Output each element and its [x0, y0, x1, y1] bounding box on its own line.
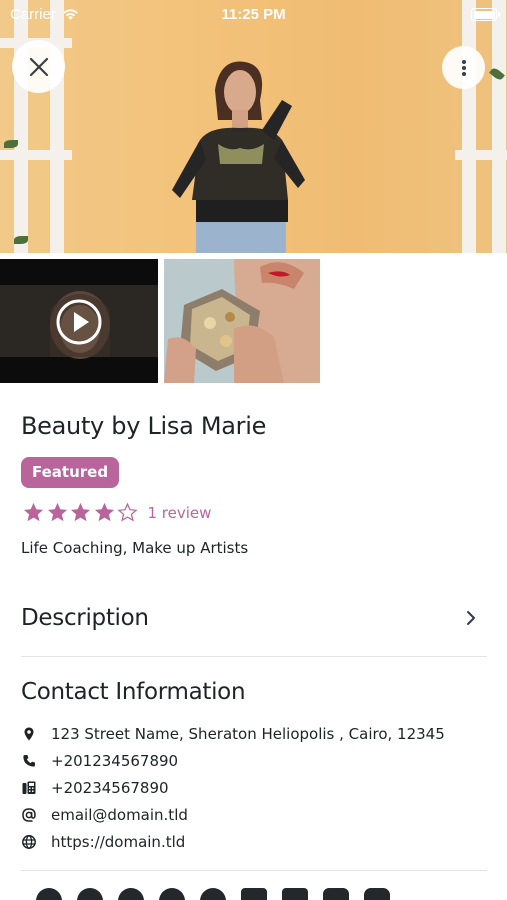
status-time: 11:25 PM [221, 6, 286, 23]
location-pin-icon [24, 727, 34, 740]
star-filled-icon [23, 502, 44, 522]
social-links [36, 888, 390, 900]
plant-leaf [4, 140, 18, 148]
instagram-icon[interactable] [364, 888, 390, 900]
facebook-icon[interactable] [36, 888, 62, 900]
hero-rail [455, 150, 507, 160]
section-divider [21, 656, 487, 657]
more-options-button[interactable] [442, 46, 485, 89]
featured-badge: Featured [21, 457, 120, 488]
model-figure [172, 61, 305, 253]
star-empty-icon [117, 502, 138, 522]
hero-image[interactable] [0, 0, 507, 253]
rating-row[interactable]: 1 review [22, 501, 211, 524]
linkedin-icon[interactable] [241, 888, 267, 900]
contact-list: 123 Street Name, Sheraton Heliopolis , C… [21, 720, 487, 855]
contact-email[interactable]: email@domain.tld [21, 801, 487, 828]
plant-leaf [14, 236, 28, 244]
listing-title: Beauty by Lisa Marie [21, 412, 267, 440]
hero-pillar [492, 0, 506, 253]
contact-email-text: email@domain.tld [51, 805, 188, 824]
whatsapp-icon[interactable] [118, 888, 144, 900]
youtube-icon[interactable] [323, 888, 349, 900]
star-filled-icon [70, 502, 91, 522]
star-filled-icon [94, 502, 114, 522]
description-title: Description [21, 605, 149, 631]
contact-address-text: 123 Street Name, Sheraton Heliopolis , C… [51, 724, 445, 743]
globe-icon [22, 834, 36, 849]
close-icon [29, 57, 48, 76]
contact-address[interactable]: 123 Street Name, Sheraton Heliopolis , C… [21, 720, 487, 747]
contact-website[interactable]: https://domain.tld [21, 828, 487, 855]
contact-fax-text: +20234567890 [51, 778, 169, 797]
gallery-video-thumbnail[interactable] [0, 259, 158, 383]
at-icon [22, 807, 36, 822]
contact-phone-text: +201234567890 [51, 751, 179, 770]
more-vertical-icon [461, 59, 466, 76]
twitter-icon[interactable] [77, 888, 103, 900]
star-filled-icon [47, 502, 67, 522]
gallery-photo-thumbnail[interactable] [164, 259, 320, 383]
email-icon[interactable] [282, 888, 308, 900]
pinterest-icon[interactable] [159, 888, 185, 900]
contact-title: Contact Information [21, 679, 246, 705]
chevron-right-icon [467, 611, 475, 625]
section-divider [21, 870, 487, 871]
hero-rail [0, 150, 72, 160]
hero-pillar [462, 0, 476, 253]
listing-categories: Life Coaching, Make up Artists [21, 539, 249, 557]
play-icon[interactable] [56, 299, 102, 345]
contact-phone[interactable]: +201234567890 [21, 747, 487, 774]
contact-fax[interactable]: +20234567890 [21, 774, 487, 801]
status-bar: Carrier 11:25 PM [0, 0, 507, 30]
phone-icon [23, 754, 35, 767]
close-button[interactable] [12, 40, 65, 93]
fax-icon [22, 781, 36, 794]
photo-image [164, 259, 320, 383]
review-count-link[interactable]: 1 review [148, 504, 212, 522]
battery-icon [471, 8, 500, 21]
tumblr-icon[interactable] [200, 888, 226, 900]
description-row[interactable]: Description [21, 598, 487, 638]
contact-website-text: https://domain.tld [51, 832, 186, 851]
